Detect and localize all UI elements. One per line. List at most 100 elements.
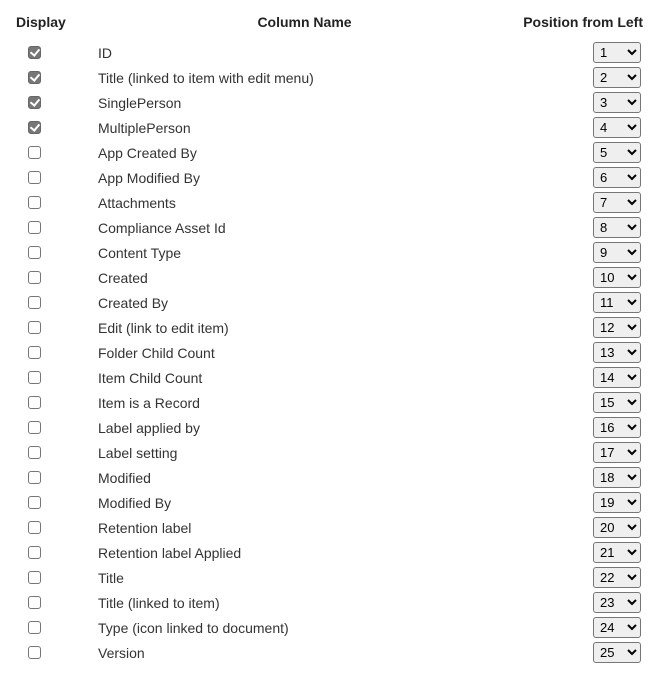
position-select[interactable]: 1 bbox=[593, 42, 641, 63]
position-select[interactable]: 25 bbox=[593, 642, 641, 663]
column-name-label: Label applied by bbox=[96, 420, 511, 436]
column-name-label: Retention label Applied bbox=[96, 545, 511, 561]
display-checkbox[interactable] bbox=[28, 496, 41, 509]
position-select[interactable]: 10 bbox=[593, 267, 641, 288]
position-select[interactable]: 14 bbox=[593, 367, 641, 388]
column-row: Label setting 17 bbox=[16, 440, 645, 465]
display-checkbox[interactable] bbox=[28, 596, 41, 609]
column-name-label: SinglePerson bbox=[96, 95, 511, 111]
position-select[interactable]: 6 bbox=[593, 167, 641, 188]
column-row: Title 22 bbox=[16, 565, 645, 590]
display-checkbox[interactable] bbox=[28, 196, 41, 209]
column-row: Attachments 7 bbox=[16, 190, 645, 215]
column-name-label: Created bbox=[96, 270, 511, 286]
position-select[interactable]: 3 bbox=[593, 92, 641, 113]
column-name-label: Modified bbox=[96, 470, 511, 486]
display-checkbox[interactable] bbox=[28, 546, 41, 559]
display-checkbox[interactable] bbox=[28, 221, 41, 234]
display-checkbox[interactable] bbox=[28, 421, 41, 434]
display-checkbox[interactable] bbox=[28, 46, 41, 59]
position-select[interactable]: 21 bbox=[593, 542, 641, 563]
position-select[interactable]: 5 bbox=[593, 142, 641, 163]
column-name-label: Item Child Count bbox=[96, 370, 511, 386]
position-select[interactable]: 12 bbox=[593, 317, 641, 338]
column-name-label: Type (icon linked to document) bbox=[96, 620, 511, 636]
column-name-label: App Modified By bbox=[96, 170, 511, 186]
column-name-label: Title (linked to item) bbox=[96, 595, 511, 611]
column-name-label: Retention label bbox=[96, 520, 511, 536]
column-name-label: Label setting bbox=[96, 445, 511, 461]
display-checkbox[interactable] bbox=[28, 346, 41, 359]
column-name-label: MultiplePerson bbox=[96, 120, 511, 136]
position-select[interactable]: 4 bbox=[593, 117, 641, 138]
display-checkbox[interactable] bbox=[28, 371, 41, 384]
display-checkbox[interactable] bbox=[28, 646, 41, 659]
column-name-label: Title bbox=[96, 570, 511, 586]
column-row: Created By 11 bbox=[16, 290, 645, 315]
column-row: App Modified By 6 bbox=[16, 165, 645, 190]
column-row: Version 25 bbox=[16, 640, 645, 665]
position-select[interactable]: 11 bbox=[593, 292, 641, 313]
column-row: Retention label 20 bbox=[16, 515, 645, 540]
column-row: Compliance Asset Id8 bbox=[16, 215, 645, 240]
column-row: Type (icon linked to document) 24 bbox=[16, 615, 645, 640]
column-row: Item Child Count 14 bbox=[16, 365, 645, 390]
position-select[interactable]: 16 bbox=[593, 417, 641, 438]
column-name-label: Attachments bbox=[96, 195, 511, 211]
position-select[interactable]: 17 bbox=[593, 442, 641, 463]
display-checkbox[interactable] bbox=[28, 71, 41, 84]
column-name-label: Created By bbox=[96, 295, 511, 311]
position-select[interactable]: 2 bbox=[593, 67, 641, 88]
display-checkbox[interactable] bbox=[28, 321, 41, 334]
position-select[interactable]: 13 bbox=[593, 342, 641, 363]
position-select[interactable]: 8 bbox=[593, 217, 641, 238]
column-name-label: ID bbox=[96, 45, 511, 61]
display-checkbox[interactable] bbox=[28, 521, 41, 534]
display-checkbox[interactable] bbox=[28, 271, 41, 284]
display-checkbox[interactable] bbox=[28, 446, 41, 459]
column-row: Label applied by 16 bbox=[16, 415, 645, 440]
position-select[interactable]: 20 bbox=[593, 517, 641, 538]
position-select[interactable]: 15 bbox=[593, 392, 641, 413]
position-select[interactable]: 7 bbox=[593, 192, 641, 213]
position-select[interactable]: 22 bbox=[593, 567, 641, 588]
display-checkbox[interactable] bbox=[28, 121, 41, 134]
position-select[interactable]: 24 bbox=[593, 617, 641, 638]
column-row: Folder Child Count 13 bbox=[16, 340, 645, 365]
column-row: SinglePerson 3 bbox=[16, 90, 645, 115]
display-checkbox[interactable] bbox=[28, 296, 41, 309]
column-name-label: Title (linked to item with edit menu) bbox=[96, 70, 511, 86]
header-column-name: Column Name bbox=[96, 14, 513, 30]
column-row: MultiplePerson 4 bbox=[16, 115, 645, 140]
column-name-label: App Created By bbox=[96, 145, 511, 161]
column-row: Modified 18 bbox=[16, 465, 645, 490]
column-row: Content Type 9 bbox=[16, 240, 645, 265]
column-row: App Created By 5 bbox=[16, 140, 645, 165]
column-row: Retention label Applied 21 bbox=[16, 540, 645, 565]
column-name-label: Item is a Record bbox=[96, 395, 511, 411]
display-checkbox[interactable] bbox=[28, 471, 41, 484]
display-checkbox[interactable] bbox=[28, 396, 41, 409]
column-rows: ID 1 Title (linked to item with edit menu)… bbox=[16, 40, 645, 665]
column-name-label: Folder Child Count bbox=[96, 345, 511, 361]
column-row: Edit (link to edit item) 12 bbox=[16, 315, 645, 340]
column-name-label: Edit (link to edit item) bbox=[96, 320, 511, 336]
display-checkbox[interactable] bbox=[28, 146, 41, 159]
display-checkbox[interactable] bbox=[28, 96, 41, 109]
column-row: ID 1 bbox=[16, 40, 645, 65]
display-checkbox[interactable] bbox=[28, 621, 41, 634]
header-position: Position from Left bbox=[513, 14, 645, 30]
position-select[interactable]: 9 bbox=[593, 242, 641, 263]
display-checkbox[interactable] bbox=[28, 171, 41, 184]
position-select[interactable]: 18 bbox=[593, 467, 641, 488]
position-select[interactable]: 23 bbox=[593, 592, 641, 613]
position-select[interactable]: 19 bbox=[593, 492, 641, 513]
column-row: Title (linked to item) 23 bbox=[16, 590, 645, 615]
column-name-label: Content Type bbox=[96, 245, 511, 261]
display-checkbox[interactable] bbox=[28, 246, 41, 259]
header-display: Display bbox=[16, 14, 96, 30]
column-settings-header: Display Column Name Position from Left bbox=[16, 14, 645, 30]
display-checkbox[interactable] bbox=[28, 571, 41, 584]
column-name-label: Version bbox=[96, 645, 511, 661]
column-name-label: Modified By bbox=[96, 495, 511, 511]
